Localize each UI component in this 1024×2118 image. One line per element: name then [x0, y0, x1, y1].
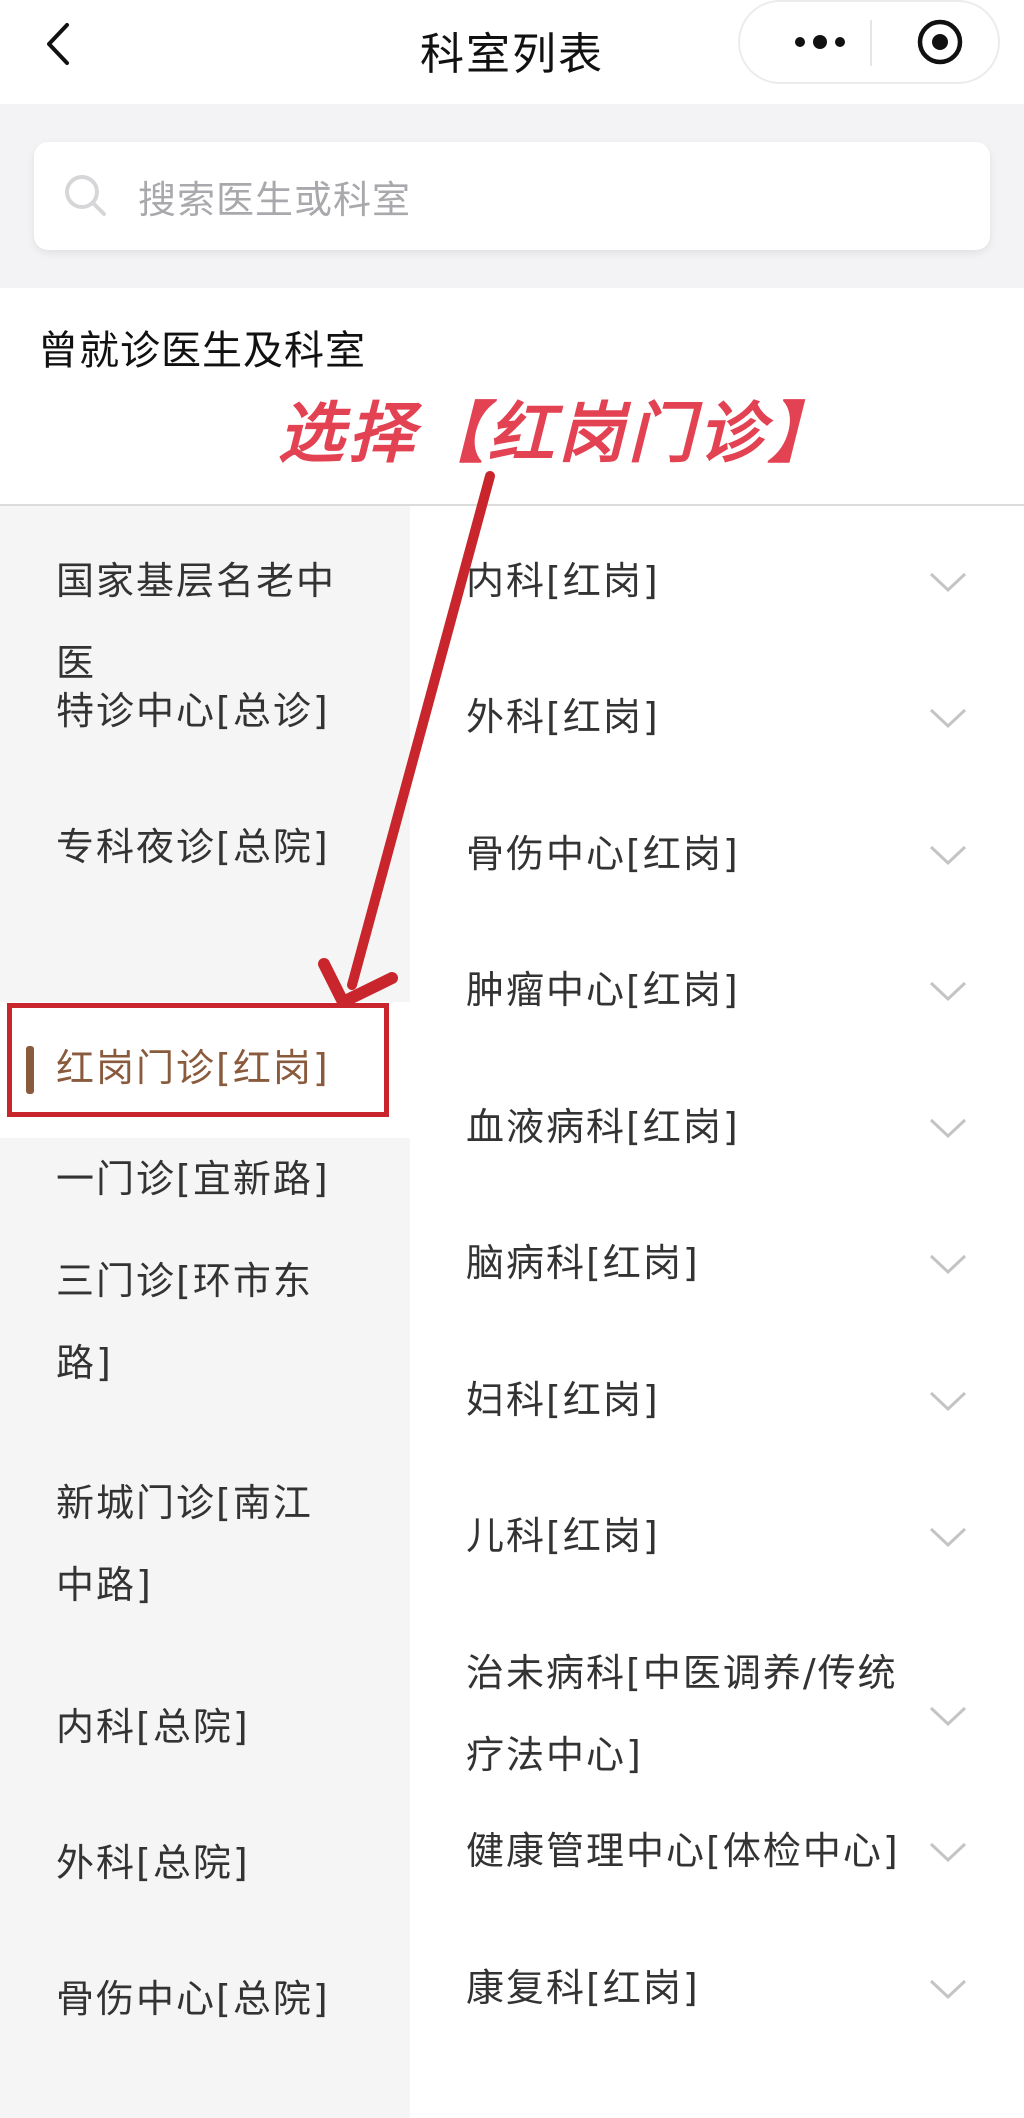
department-label: 血液病科[红岗] [466, 1105, 740, 1149]
history-title: 曾就诊医生及科室 [38, 328, 366, 374]
left-menu-item-label: 特诊中心[总诊] [56, 689, 330, 733]
department-label: 健康管理中心[体检中心] [466, 1829, 900, 1873]
department-label: 妇科[红岗] [466, 1378, 660, 1422]
chevron-down-icon [929, 1527, 967, 1548]
department-item[interactable]: 外科[红岗] [410, 642, 1024, 779]
target-circle-icon [917, 19, 963, 65]
left-menu-item[interactable]: 三门诊[环市东 路] [0, 1240, 410, 1408]
left-menu-item[interactable]: 国家基层名老中 医 [0, 506, 410, 685]
left-menu-item-label: 国家基层名老中 [56, 559, 337, 603]
chevron-down-icon [929, 1979, 967, 2000]
left-menu-item[interactable]: 一门诊[宜新路] [0, 1138, 410, 1240]
department-list: 内科[红岗] 外科[红岗] 骨伤中心[红岗] 肿瘤中心[红岗] 血液病科[红岗]… [410, 506, 1024, 2118]
more-dots-icon [795, 35, 845, 49]
department-item[interactable]: 内科[红岗] [410, 506, 1024, 642]
department-item[interactable]: 治未病科[中医调养/传统 疗法中心] [410, 1598, 1024, 1777]
search-icon [65, 175, 106, 216]
department-label: 脑病科[红岗] [466, 1241, 700, 1285]
left-menu-item-label: 一门诊[宜新路] [56, 1157, 330, 1201]
highlight-box [7, 1003, 389, 1117]
department-item[interactable]: 康复科[红岗] [410, 1913, 1024, 2049]
left-menu-item-label-line2: 中路] [56, 1563, 153, 1607]
department-label: 肿瘤中心[红岗] [466, 968, 740, 1012]
department-item[interactable]: 脑病科[红岗] [410, 1188, 1024, 1325]
left-menu-item[interactable]: 专科夜诊[总院] [0, 772, 410, 874]
chevron-down-icon [929, 1254, 967, 1275]
chevron-down-icon [929, 1391, 967, 1412]
chevron-down-icon [929, 1706, 967, 1727]
left-menu-item-label: 新城门诊[南江 [56, 1481, 313, 1525]
chevron-down-icon [929, 845, 967, 866]
history-section: 曾就诊医生及科室 选择【红岗门诊】 [0, 288, 1024, 506]
department-label: 外科[红岗] [466, 695, 660, 739]
chevron-down-icon [929, 1842, 967, 1863]
chevron-down-icon [929, 981, 967, 1002]
department-item[interactable]: 健康管理中心[体检中心] [410, 1776, 1024, 1913]
nav-bar: 科室列表 [0, 0, 1024, 104]
search-placeholder: 搜索医生或科室 [138, 178, 412, 222]
close-button[interactable] [890, 2, 990, 82]
left-menu-item[interactable]: 特诊中心[总诊] [0, 670, 410, 772]
department-item[interactable]: 骨伤中心[红岗] [410, 779, 1024, 915]
department-label: 康复科[红岗] [466, 1966, 700, 2010]
department-item[interactable]: 儿科[红岗] [410, 1461, 1024, 1598]
capsule-divider [870, 20, 872, 66]
left-menu-item-label: 骨伤中心[总院] [56, 1977, 330, 2021]
more-button[interactable] [770, 2, 870, 82]
search-input[interactable]: 搜索医生或科室 [34, 142, 990, 250]
department-label: 骨伤中心[红岗] [466, 832, 740, 876]
chevron-down-icon [929, 708, 967, 729]
department-item[interactable]: 肿瘤中心[红岗] [410, 915, 1024, 1052]
department-item[interactable]: 血液病科[红岗] [410, 1052, 1024, 1188]
department-label: 内科[红岗] [466, 559, 660, 603]
left-menu-item[interactable]: 内科[总院] [0, 1686, 410, 1788]
left-menu-item-label-line2: 路] [56, 1341, 113, 1385]
left-menu-item-label: 专科夜诊[总院] [56, 825, 330, 869]
left-menu-item-label: 外科[总院] [56, 1841, 250, 1885]
search-area: 搜索医生或科室 [0, 104, 1024, 288]
left-menu-item-label: 三门诊[环市东 [56, 1259, 313, 1303]
left-menu: 国家基层名老中 医 特诊中心[总诊] 专科夜诊[总院] 红岗门诊[红岗] 一门诊… [0, 506, 410, 2118]
left-menu-item-label: 内科[总院] [56, 1705, 250, 1749]
left-menu-item[interactable]: 外科[总院] [0, 1822, 410, 1924]
left-menu-item[interactable]: 骨伤中心[总院] [0, 1958, 410, 2060]
mini-program-capsule [738, 0, 1000, 84]
annotation-text: 选择【红岗门诊】 [278, 395, 838, 472]
department-item[interactable]: 妇科[红岗] [410, 1325, 1024, 1461]
department-label: 治未病科[中医调养/传统 [466, 1651, 898, 1695]
left-menu-item[interactable]: 新城门诊[南江 中路] [0, 1462, 410, 1630]
chevron-down-icon [929, 1118, 967, 1139]
department-label: 儿科[红岗] [466, 1514, 660, 1558]
chevron-down-icon [929, 572, 967, 593]
